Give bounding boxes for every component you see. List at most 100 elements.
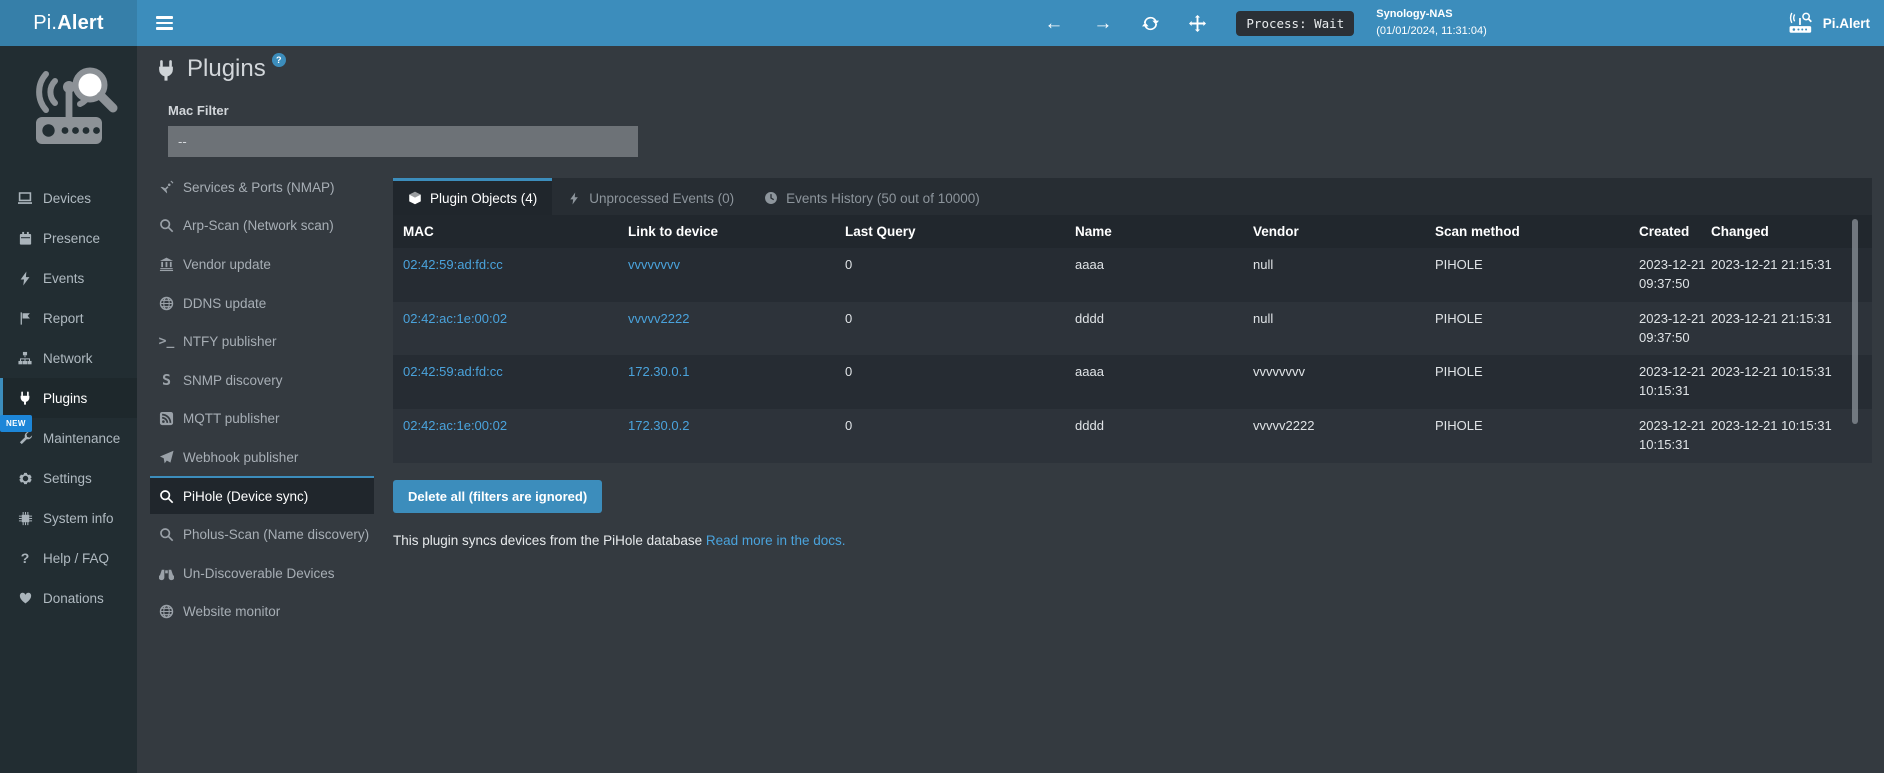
brand-text-light: Pi. — [33, 12, 57, 35]
tab-events-history[interactable]: Events History (50 out of 10000) — [749, 178, 995, 215]
mac-filter: Mac Filter — [168, 103, 1884, 157]
app-logo[interactable]: Pi.Alert — [0, 0, 137, 46]
sidebar-item-donations[interactable]: Donations — [0, 578, 137, 618]
sidebar-item-settings[interactable]: Settings — [0, 458, 137, 498]
host-time: (01/01/2024, 11:31:04) — [1376, 23, 1487, 40]
device-link[interactable]: 172.30.0.1 — [628, 364, 689, 379]
name-cell: aaaa — [1065, 248, 1243, 302]
tab-plugin-objects[interactable]: Plugin Objects (4) — [393, 178, 552, 215]
plugin-nav-ntfy[interactable]: >_ NTFY publisher — [150, 321, 374, 360]
mac-filter-label: Mac Filter — [168, 103, 1884, 118]
mac-link[interactable]: 02:42:ac:1e:00:02 — [403, 311, 507, 326]
plugin-nav-pihole[interactable]: PiHole (Device sync) — [150, 476, 374, 515]
scan-method-cell: PIHOLE — [1425, 248, 1637, 302]
move-arrows-icon[interactable] — [1189, 15, 1206, 32]
help-badge[interactable]: ? — [272, 53, 286, 67]
name-cell: aaaa — [1065, 355, 1243, 409]
plugin-nav-mqtt[interactable]: MQTT publisher — [150, 399, 374, 438]
col-header-changed: Changed — [1709, 215, 1872, 248]
plugin-nav-pholus[interactable]: Pholus-Scan (Name discovery) — [150, 514, 374, 553]
sidebar-item-label: Report — [43, 311, 84, 326]
device-link[interactable]: vvvvvvvv — [628, 257, 680, 272]
plugin-description-text: This plugin syncs devices from the PiHol… — [393, 533, 706, 548]
sidebar-item-devices[interactable]: Devices — [0, 178, 137, 218]
plugin-nav-undiscoverable[interactable]: Un-Discoverable Devices — [150, 553, 374, 592]
col-header-name: Name — [1065, 215, 1243, 248]
sidebar-item-plugins[interactable]: Plugins — [0, 378, 137, 418]
col-header-vendor: Vendor — [1243, 215, 1425, 248]
plugin-nav-snmp[interactable]: S SNMP discovery — [150, 360, 374, 399]
sidebar-item-label: Devices — [43, 191, 91, 206]
sidebar-item-report[interactable]: Report — [0, 298, 137, 338]
plugin-nav-vendor-update[interactable]: Vendor update — [150, 244, 374, 283]
globe-icon — [159, 296, 174, 311]
col-header-created: Created — [1637, 215, 1709, 248]
sidebar-item-help-faq[interactable]: ? Help / FAQ — [0, 538, 137, 578]
router-scan-icon — [1787, 12, 1815, 34]
plugin-nav-ddns-update[interactable]: DDNS update — [150, 283, 374, 322]
last-query-cell: 0 — [835, 248, 1065, 302]
plugin-nav-label: Un-Discoverable Devices — [183, 566, 335, 581]
device-link[interactable]: vvvvv2222 — [628, 311, 689, 326]
sidebar-item-system-info[interactable]: System info — [0, 498, 137, 538]
bolt-icon — [17, 270, 33, 286]
plugin-nav-label: SNMP discovery — [183, 373, 283, 388]
plugin-nav-nmap[interactable]: Services & Ports (NMAP) — [150, 167, 374, 206]
gear-icon — [17, 470, 33, 486]
sitemap-icon — [17, 350, 33, 366]
clock-icon — [764, 191, 778, 205]
changed-cell: 2023-12-21 10:15:31 — [1709, 409, 1872, 463]
table-header-row: MAC Link to device Last Query Name Vendo… — [393, 215, 1872, 248]
sidebar-toggle-icon[interactable] — [143, 0, 185, 46]
top-right-brand-label: Pi.Alert — [1823, 16, 1870, 31]
table-row: 02:42:ac:1e:00:02 vvvvv2222 0 dddd null … — [393, 302, 1872, 356]
sidebar-item-presence[interactable]: Presence — [0, 218, 137, 258]
created-cell: 2023-12-21 09:37:50 — [1637, 302, 1709, 356]
plugin-nav-arp-scan[interactable]: Arp-Scan (Network scan) — [150, 206, 374, 245]
tab-label: Events History (50 out of 10000) — [786, 191, 980, 206]
sidebar-logo — [0, 46, 137, 164]
refresh-icon[interactable] — [1142, 15, 1159, 32]
plugin-nav-website-monitor[interactable]: Website monitor — [150, 592, 374, 631]
device-link[interactable]: 172.30.0.2 — [628, 418, 689, 433]
plugin-description: This plugin syncs devices from the PiHol… — [393, 533, 1872, 548]
bolt-icon — [567, 191, 581, 205]
vendor-cell: vvvvvvvv — [1243, 355, 1425, 409]
cube-icon — [408, 191, 422, 205]
sidebar-menu: Devices Presence Events Report Network P… — [0, 178, 137, 618]
sidebar-item-events[interactable]: Events — [0, 258, 137, 298]
search-icon — [159, 527, 174, 542]
binoculars-icon — [159, 566, 174, 581]
plugin-nav-label: DDNS update — [183, 296, 266, 311]
name-cell: dddd — [1065, 302, 1243, 356]
scan-method-cell: PIHOLE — [1425, 302, 1637, 356]
tab-label: Plugin Objects (4) — [430, 191, 537, 206]
mac-link[interactable]: 02:42:59:ad:fd:cc — [403, 257, 503, 272]
table-scrollbar[interactable] — [1852, 219, 1858, 424]
table-row: 02:42:59:ad:fd:cc vvvvvvvv 0 aaaa null P… — [393, 248, 1872, 302]
mac-filter-input[interactable] — [168, 126, 638, 157]
plug-icon — [17, 390, 33, 406]
tab-unprocessed-events[interactable]: Unprocessed Events (0) — [552, 178, 749, 215]
process-status-badge: Process: Wait — [1236, 11, 1354, 36]
docs-link[interactable]: Read more in the docs. — [706, 533, 846, 548]
sidebar-item-network[interactable]: Network — [0, 338, 137, 378]
col-header-last-query: Last Query — [835, 215, 1065, 248]
sidebar-item-label: Maintenance — [43, 431, 120, 446]
question-icon: ? — [17, 550, 33, 566]
back-arrow-icon[interactable]: ← — [1044, 14, 1063, 33]
heart-icon — [17, 590, 33, 606]
table-row: 02:42:59:ad:fd:cc 172.30.0.1 0 aaaa vvvv… — [393, 355, 1872, 409]
created-cell: 2023-12-21 10:15:31 — [1637, 409, 1709, 463]
plugin-objects-table: MAC Link to device Last Query Name Vendo… — [393, 215, 1872, 463]
page-title: Plugins ? — [155, 55, 1884, 83]
mac-link[interactable]: 02:42:ac:1e:00:02 — [403, 418, 507, 433]
rss-square-icon — [159, 411, 174, 426]
search-icon — [159, 489, 174, 504]
forward-arrow-icon[interactable]: → — [1093, 14, 1112, 33]
plugin-nav-webhook[interactable]: Webhook publisher — [150, 437, 374, 476]
delete-all-button[interactable]: Delete all (filters are ignored) — [393, 480, 602, 513]
calendar-icon — [17, 230, 33, 246]
plugin-nav-label: Website monitor — [183, 604, 280, 619]
mac-link[interactable]: 02:42:59:ad:fd:cc — [403, 364, 503, 379]
